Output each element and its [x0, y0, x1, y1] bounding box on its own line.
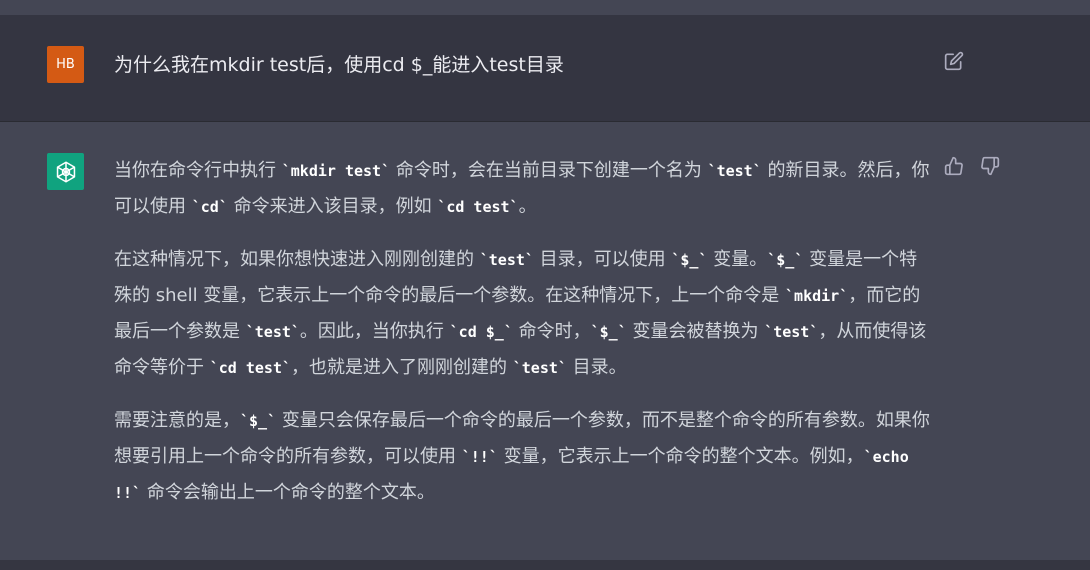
- user-message-row: HB 为什么我在mkdir test后，使用cd $_能进入test目录: [0, 15, 1090, 122]
- answer-paragraph: 需要注意的是，`$_` 变量只会保存最后一个命令的最后一个参数，而不是整个命令的…: [114, 403, 934, 511]
- assistant-answer: 当你在命令行中执行 `mkdir test` 命令时，会在当前目录下创建一个名为…: [114, 153, 934, 528]
- answer-text: 变量会被替换为: [626, 321, 765, 342]
- answer-text: 。: [518, 196, 537, 217]
- thumbs-down-button[interactable]: [980, 156, 1002, 178]
- inline-code: `!!`: [461, 448, 498, 466]
- inline-code: `cd`: [191, 198, 228, 216]
- answer-text: 。因此，当你执行: [299, 321, 450, 342]
- feedback-buttons: [944, 156, 1002, 178]
- answer-text: 当你在命令行中执行: [114, 160, 282, 181]
- openai-logo-icon: [56, 160, 75, 183]
- answer-text: 命令时，会在当前目录下创建一个名为: [390, 160, 708, 181]
- answer-text: 目录。: [566, 357, 627, 378]
- thumbs-up-button[interactable]: [944, 156, 966, 178]
- answer-text: 命令会输出上一个命令的整个文本。: [141, 482, 435, 503]
- user-avatar-initials: HB: [56, 57, 75, 72]
- inline-code: `cd test`: [437, 198, 519, 216]
- answer-text: 目录，可以使用: [533, 249, 672, 270]
- answer-text: 在这种情况下，如果你想快速进入刚刚创建的: [114, 249, 480, 270]
- inline-code: `cd $_`: [449, 323, 513, 341]
- thumbs-up-icon: [944, 156, 963, 176]
- user-message-text: 为什么我在mkdir test后，使用cd $_能进入test目录: [114, 54, 564, 76]
- inline-code: `mkdir test`: [281, 162, 391, 180]
- edit-icon: [944, 51, 964, 71]
- answer-text: 命令时，: [512, 321, 591, 342]
- answer-paragraph: 在这种情况下，如果你想快速进入刚刚创建的 `test` 目录，可以使用 `$_`…: [114, 242, 934, 386]
- inline-code: `$_`: [590, 323, 627, 341]
- inline-code: `cd test`: [209, 359, 292, 377]
- inline-code: `test`: [707, 162, 762, 180]
- inline-code: `test`: [512, 359, 567, 377]
- inline-code: `$_`: [671, 251, 708, 269]
- inline-code: `test`: [764, 323, 819, 341]
- edit-button[interactable]: [944, 51, 964, 71]
- inline-code: `mkdir`: [785, 287, 849, 305]
- answer-text: 变量，它表示上一个命令的整个文本。例如，: [497, 446, 864, 467]
- inline-code: `test`: [245, 323, 300, 341]
- assistant-avatar: [47, 153, 84, 190]
- answer-text: ，也就是进入了刚刚创建的: [291, 357, 513, 378]
- user-avatar: HB: [47, 46, 84, 83]
- inline-code: `$_`: [767, 251, 804, 269]
- inline-code: `$_`: [240, 412, 277, 430]
- thumbs-down-icon: [981, 156, 1000, 176]
- answer-text: 变量。: [707, 249, 768, 270]
- assistant-message-row: 当你在命令行中执行 `mkdir test` 命令时，会在当前目录下创建一个名为…: [0, 122, 1090, 560]
- answer-text: 需要注意的是，: [114, 410, 240, 431]
- bottom-strip: [0, 560, 1090, 570]
- answer-paragraph: 当你在命令行中执行 `mkdir test` 命令时，会在当前目录下创建一个名为…: [114, 153, 934, 225]
- top-strip: [0, 0, 1090, 15]
- answer-text: 命令来进入该目录，例如: [227, 196, 438, 217]
- inline-code: `test`: [479, 251, 534, 269]
